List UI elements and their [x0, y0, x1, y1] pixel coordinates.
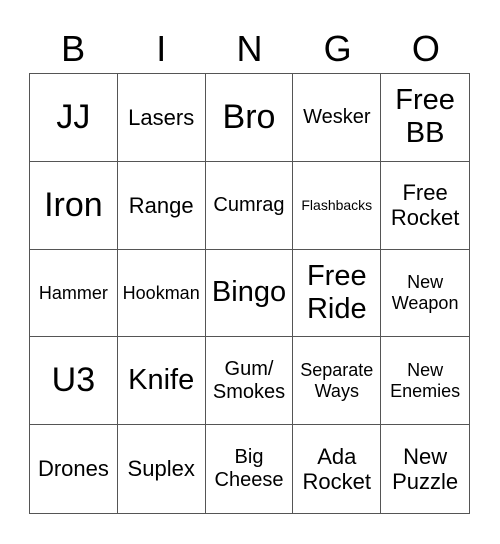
- bingo-cell[interactable]: Wesker: [293, 74, 382, 162]
- bingo-cell[interactable]: Big Cheese: [206, 425, 294, 513]
- bingo-cell[interactable]: Free Ride: [293, 249, 382, 338]
- header-letter-n: N: [236, 28, 263, 69]
- bingo-cell[interactable]: Iron: [30, 161, 118, 250]
- bingo-cell[interactable]: Knife: [117, 337, 206, 426]
- bingo-cell[interactable]: New Puzzle: [381, 425, 469, 513]
- bingo-cell[interactable]: Gum/ Smokes: [205, 337, 294, 426]
- bingo-cell[interactable]: Cumrag: [205, 161, 294, 250]
- bingo-cell[interactable]: Separate Ways: [293, 337, 382, 426]
- bingo-header: B I N G O: [29, 26, 470, 72]
- bingo-cell[interactable]: Drones: [30, 425, 118, 513]
- bingo-cell[interactable]: Free BB: [381, 74, 469, 162]
- header-letter-g: G: [323, 28, 352, 69]
- bingo-cell[interactable]: New Enemies: [381, 337, 469, 426]
- bingo-cell[interactable]: Ada Rocket: [293, 425, 382, 513]
- bingo-cell[interactable]: New Weapon: [381, 250, 469, 338]
- bingo-cell[interactable]: Lasers: [117, 74, 206, 162]
- header-letter-i: I: [156, 28, 167, 69]
- bingo-cell[interactable]: Flashbacks: [293, 161, 382, 250]
- header-letter-o: O: [411, 28, 440, 69]
- bingo-cell[interactable]: U3: [30, 337, 118, 426]
- bingo-cell[interactable]: Bingo: [205, 249, 294, 338]
- bingo-cell[interactable]: Hammer: [30, 249, 118, 338]
- bingo-cell[interactable]: Free Rocket: [381, 162, 469, 250]
- bingo-cell[interactable]: Suplex: [118, 425, 206, 513]
- bingo-grid: JJ Lasers Bro Wesker Free BB Iron Range Cumrag F…: [29, 73, 470, 514]
- bingo-cell[interactable]: Bro: [205, 74, 294, 162]
- bingo-cell[interactable]: Range: [117, 161, 206, 250]
- bingo-cell[interactable]: Hookman: [117, 249, 206, 338]
- header-letter-b: B: [61, 28, 86, 69]
- bingo-cell[interactable]: JJ: [30, 74, 118, 162]
